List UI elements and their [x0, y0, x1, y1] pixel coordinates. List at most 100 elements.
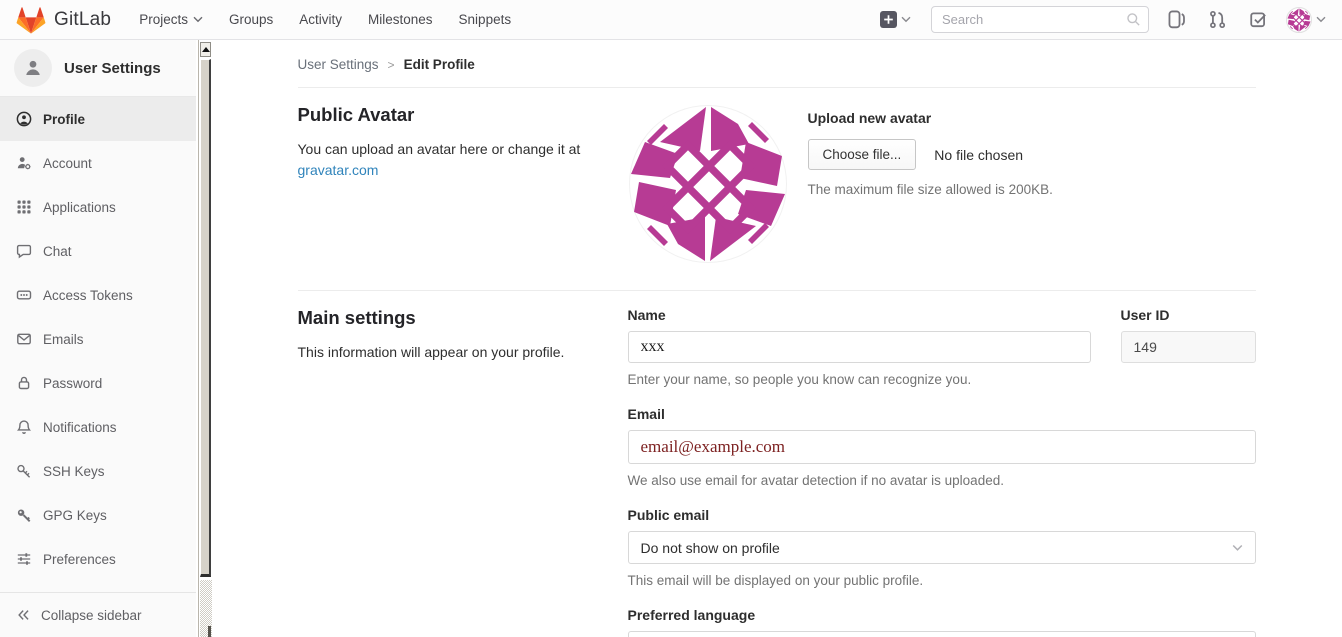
main-content: User Settings > Edit Profile Public Avat… — [211, 40, 1342, 637]
preferred-language-select[interactable] — [628, 631, 1256, 637]
user-avatar — [1286, 7, 1312, 33]
scrollbar-stub — [208, 626, 211, 637]
sidebar-item-account[interactable]: Account — [0, 141, 196, 185]
sidebar-item-chat[interactable]: Chat — [0, 229, 196, 273]
gravatar-link[interactable]: gravatar.com — [298, 162, 379, 178]
bell-icon — [16, 419, 32, 435]
user-gear-icon — [16, 155, 32, 171]
breadcrumb-user-settings[interactable]: User Settings — [298, 57, 379, 72]
search-icon — [1126, 12, 1141, 27]
public-avatar-description: You can upload an avatar here or change … — [298, 139, 598, 181]
sidebar-item-label: Access Tokens — [43, 288, 133, 303]
preferred-language-label: Preferred language — [628, 607, 1256, 623]
sidebar-item-label: Applications — [43, 200, 116, 215]
sidebar-scrollbar[interactable] — [198, 40, 211, 637]
primary-nav: Projects Groups Activity Milestones Snip… — [139, 12, 511, 27]
navbar-right — [880, 6, 1326, 33]
sidebar-item-password[interactable]: Password — [0, 361, 196, 405]
key-icon — [16, 463, 32, 479]
nav-snippets[interactable]: Snippets — [459, 12, 512, 27]
envelope-icon — [16, 331, 32, 347]
nav-activity[interactable]: Activity — [299, 12, 342, 27]
user-id-input — [1121, 331, 1256, 363]
public-email-selected-value: Do not show on profile — [641, 540, 780, 556]
sidebar-header: User Settings — [0, 40, 196, 97]
grid-icon — [16, 199, 32, 215]
nav-groups[interactable]: Groups — [229, 12, 273, 27]
public-avatar-section: Public Avatar You can upload an avatar h… — [298, 88, 1256, 291]
upload-new-avatar-label: Upload new avatar — [808, 110, 1053, 126]
profile-avatar-image — [628, 104, 788, 264]
gitlab-logo[interactable]: GitLab — [16, 5, 111, 35]
public-email-label: Public email — [628, 507, 1256, 523]
token-icon — [16, 287, 32, 303]
sliders-icon — [16, 551, 32, 567]
issues-icon[interactable] — [1163, 10, 1190, 29]
sidebar-item-label: Password — [43, 376, 102, 391]
sidebar-item-emails[interactable]: Emails — [0, 317, 196, 361]
profile-circle-icon — [16, 111, 32, 127]
user-settings-icon — [14, 49, 52, 87]
sidebar-item-label: GPG Keys — [43, 508, 107, 523]
public-email-select[interactable]: Do not show on profile — [628, 531, 1256, 564]
user-menu[interactable] — [1286, 7, 1326, 33]
sidebar-item-label: Profile — [43, 112, 85, 127]
sidebar-item-ssh-keys[interactable]: SSH Keys — [0, 449, 196, 493]
search-input[interactable] — [931, 6, 1149, 33]
chevron-down-icon — [901, 16, 911, 23]
main-settings-section: Main settings This information will appe… — [298, 291, 1256, 637]
top-navbar: GitLab Projects Groups Activity Mileston… — [0, 0, 1342, 40]
collapse-sidebar-label: Collapse sidebar — [41, 608, 142, 623]
sidebar-item-label: Emails — [43, 332, 84, 347]
main-settings-description: This information will appear on your pro… — [298, 342, 598, 363]
logo-text: GitLab — [54, 9, 111, 31]
merge-requests-icon[interactable] — [1204, 10, 1231, 29]
collapse-sidebar-button[interactable]: Collapse sidebar — [0, 592, 196, 637]
email-input[interactable] — [628, 430, 1256, 464]
email-help: We also use email for avatar detection i… — [628, 473, 1256, 488]
sidebar-item-profile[interactable]: Profile — [0, 97, 196, 141]
search-box — [931, 6, 1149, 33]
scrollbar-thumb[interactable] — [200, 59, 211, 577]
public-avatar-title: Public Avatar — [298, 104, 598, 126]
public-email-help: This email will be displayed on your pub… — [628, 573, 1256, 588]
max-file-size-help: The maximum file size allowed is 200KB. — [808, 182, 1053, 197]
chevron-down-icon — [1316, 16, 1326, 23]
sidebar-item-preferences[interactable]: Preferences — [0, 537, 196, 581]
sidebar-item-label: Notifications — [43, 420, 117, 435]
lock-icon — [16, 375, 32, 391]
settings-sidebar: User Settings Profile Account Applicatio… — [0, 40, 211, 637]
chevron-down-icon — [193, 16, 203, 23]
breadcrumb-edit-profile: Edit Profile — [404, 57, 475, 72]
user-id-label: User ID — [1121, 307, 1256, 323]
name-input[interactable] — [628, 331, 1091, 363]
nav-projects[interactable]: Projects — [139, 12, 203, 27]
breadcrumb-separator: > — [388, 58, 395, 72]
sidebar-item-access-tokens[interactable]: Access Tokens — [0, 273, 196, 317]
todos-icon[interactable] — [1245, 10, 1272, 29]
sidebar-item-label: Chat — [43, 244, 72, 259]
choose-file-button[interactable]: Choose file... — [808, 139, 917, 170]
name-label: Name — [628, 307, 1091, 323]
nav-milestones[interactable]: Milestones — [368, 12, 433, 27]
main-settings-title: Main settings — [298, 307, 598, 329]
sidebar-item-label: Preferences — [43, 552, 116, 567]
scrollbar-up-arrow[interactable] — [200, 42, 211, 57]
sidebar-item-notifications[interactable]: Notifications — [0, 405, 196, 449]
sidebar-item-label: SSH Keys — [43, 464, 105, 479]
no-file-chosen-text: No file chosen — [934, 147, 1023, 163]
chevron-double-left-icon — [16, 608, 31, 622]
name-help: Enter your name, so people you know can … — [628, 372, 1091, 387]
sidebar-item-gpg-keys[interactable]: GPG Keys — [0, 493, 196, 537]
sidebar-item-applications[interactable]: Applications — [0, 185, 196, 229]
speech-bubble-icon — [16, 243, 32, 259]
breadcrumb: User Settings > Edit Profile — [298, 40, 1256, 88]
sidebar-title: User Settings — [64, 60, 161, 77]
tanuki-icon — [16, 5, 46, 35]
chevron-down-icon — [1232, 544, 1243, 552]
plus-icon — [880, 11, 897, 28]
key-filled-icon — [16, 507, 32, 523]
sidebar-item-label: Account — [43, 156, 92, 171]
new-menu-button[interactable] — [880, 11, 911, 28]
email-label: Email — [628, 406, 1256, 422]
